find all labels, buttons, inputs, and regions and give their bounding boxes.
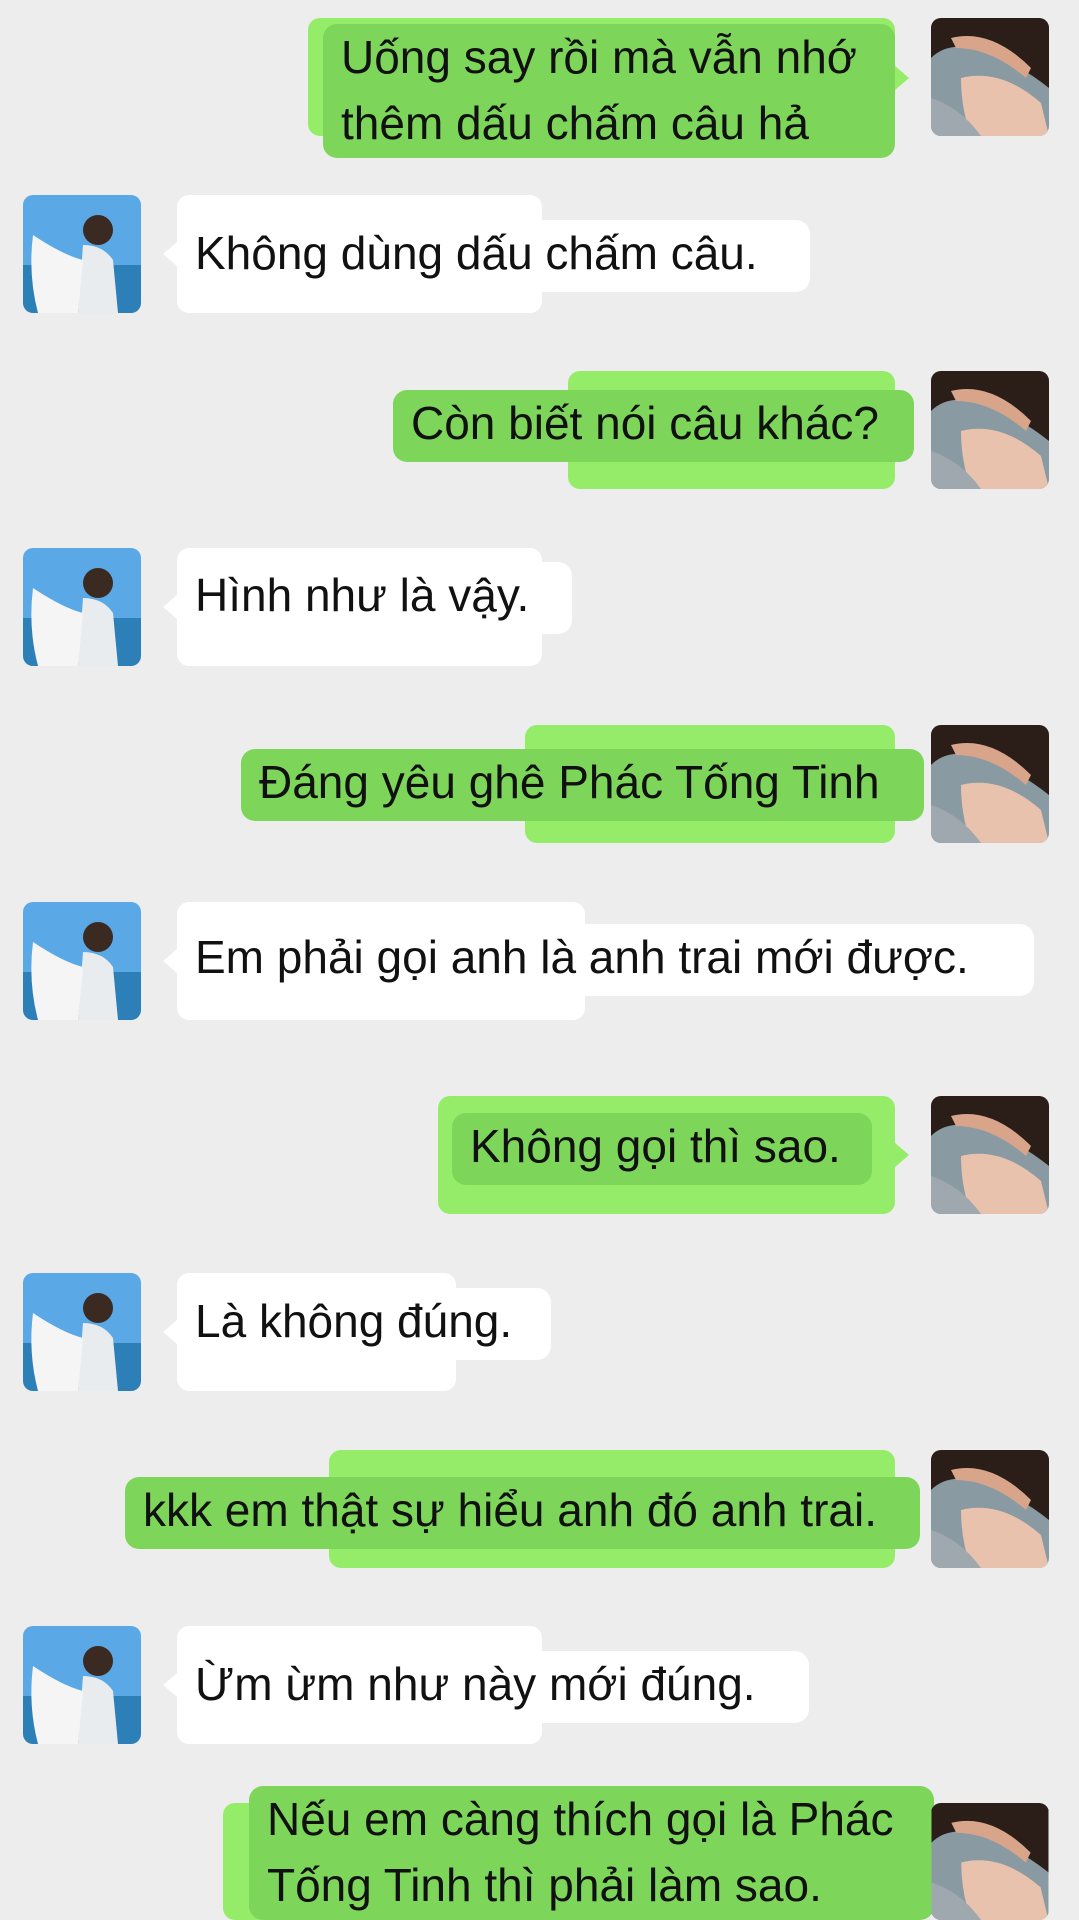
message-bubble-received[interactable]: Không dùng dấu chấm câu. xyxy=(177,220,810,292)
message-bubble-received[interactable]: Ừm ừm như này mới đúng. xyxy=(177,1651,809,1723)
contact-avatar[interactable] xyxy=(23,1626,141,1744)
guy-hand-on-forehead-icon xyxy=(931,18,1049,136)
guy-hand-on-forehead-icon xyxy=(931,1803,1049,1920)
message-text-line: Đáng yêu ghê Phác Tống Tinh xyxy=(259,756,880,808)
my-avatar[interactable] xyxy=(931,1803,1049,1920)
bubble-tail xyxy=(895,66,909,90)
chat-conversation: Uống say rồi mà vẫn nhớ thêm dấu chấm câ… xyxy=(0,0,1079,1920)
contact-avatar[interactable] xyxy=(23,195,141,313)
message-bubble-sent[interactable]: Đáng yêu ghê Phác Tống Tinh xyxy=(241,749,924,821)
guy-hand-on-forehead-icon xyxy=(931,1450,1049,1568)
guy-at-sea-icon xyxy=(23,902,141,1020)
message-bubble-sent[interactable]: Không gọi thì sao. xyxy=(452,1113,872,1185)
guy-hand-on-forehead-icon xyxy=(931,725,1049,843)
message-text-line: Hình như là vậy. xyxy=(195,569,530,621)
bubble-tail xyxy=(163,949,177,973)
message-text-line: Tống Tinh thì phải làm sao. xyxy=(267,1859,822,1911)
my-avatar[interactable] xyxy=(931,725,1049,843)
guy-at-sea-icon xyxy=(23,1273,141,1391)
my-avatar[interactable] xyxy=(931,371,1049,489)
message-text-line: Là không đúng. xyxy=(195,1295,513,1347)
bubble-tail xyxy=(163,1320,177,1344)
bubble-tail xyxy=(163,1673,177,1697)
message-bubble-received[interactable]: Em phải gọi anh là anh trai mới được. xyxy=(177,924,1034,996)
message-text-line: Em phải gọi anh là anh trai mới được. xyxy=(195,931,969,983)
message-bubble-sent[interactable]: Uống say rồi mà vẫn nhớ thêm dấu chấm câ… xyxy=(323,24,895,158)
guy-at-sea-icon xyxy=(23,548,141,666)
guy-at-sea-icon xyxy=(23,195,141,313)
contact-avatar[interactable] xyxy=(23,548,141,666)
contact-avatar[interactable] xyxy=(23,902,141,1020)
bubble-tail xyxy=(163,595,177,619)
guy-hand-on-forehead-icon xyxy=(931,1096,1049,1214)
message-bubble-sent[interactable]: kkk em thật sự hiểu anh đó anh trai. xyxy=(125,1477,920,1549)
message-text-line: thêm dấu chấm câu hả xyxy=(341,97,809,149)
guy-at-sea-icon xyxy=(23,1626,141,1744)
message-text-line: Không dùng dấu chấm câu. xyxy=(195,227,758,279)
message-bubble-sent[interactable]: Nếu em càng thích gọi là Phác Tống Tinh … xyxy=(249,1786,934,1920)
message-text-line: Không gọi thì sao. xyxy=(470,1120,841,1172)
message-text-line: Uống say rồi mà vẫn nhớ xyxy=(341,31,857,83)
my-avatar[interactable] xyxy=(931,1450,1049,1568)
message-bubble-received[interactable]: Là không đúng. xyxy=(177,1288,551,1360)
message-bubble-received[interactable]: Hình như là vậy. xyxy=(177,562,572,634)
message-text-line: kkk em thật sự hiểu anh đó anh trai. xyxy=(143,1484,877,1536)
message-text-line: Nếu em càng thích gọi là Phác xyxy=(267,1793,894,1845)
bubble-tail xyxy=(163,242,177,266)
my-avatar[interactable] xyxy=(931,1096,1049,1214)
message-bubble-sent[interactable]: Còn biết nói câu khác? xyxy=(393,390,914,462)
message-text-line: Ừm ừm như này mới đúng. xyxy=(195,1658,756,1710)
my-avatar[interactable] xyxy=(931,18,1049,136)
contact-avatar[interactable] xyxy=(23,1273,141,1391)
bubble-tail xyxy=(895,1143,909,1167)
guy-hand-on-forehead-icon xyxy=(931,371,1049,489)
message-text-line: Còn biết nói câu khác? xyxy=(411,397,879,449)
